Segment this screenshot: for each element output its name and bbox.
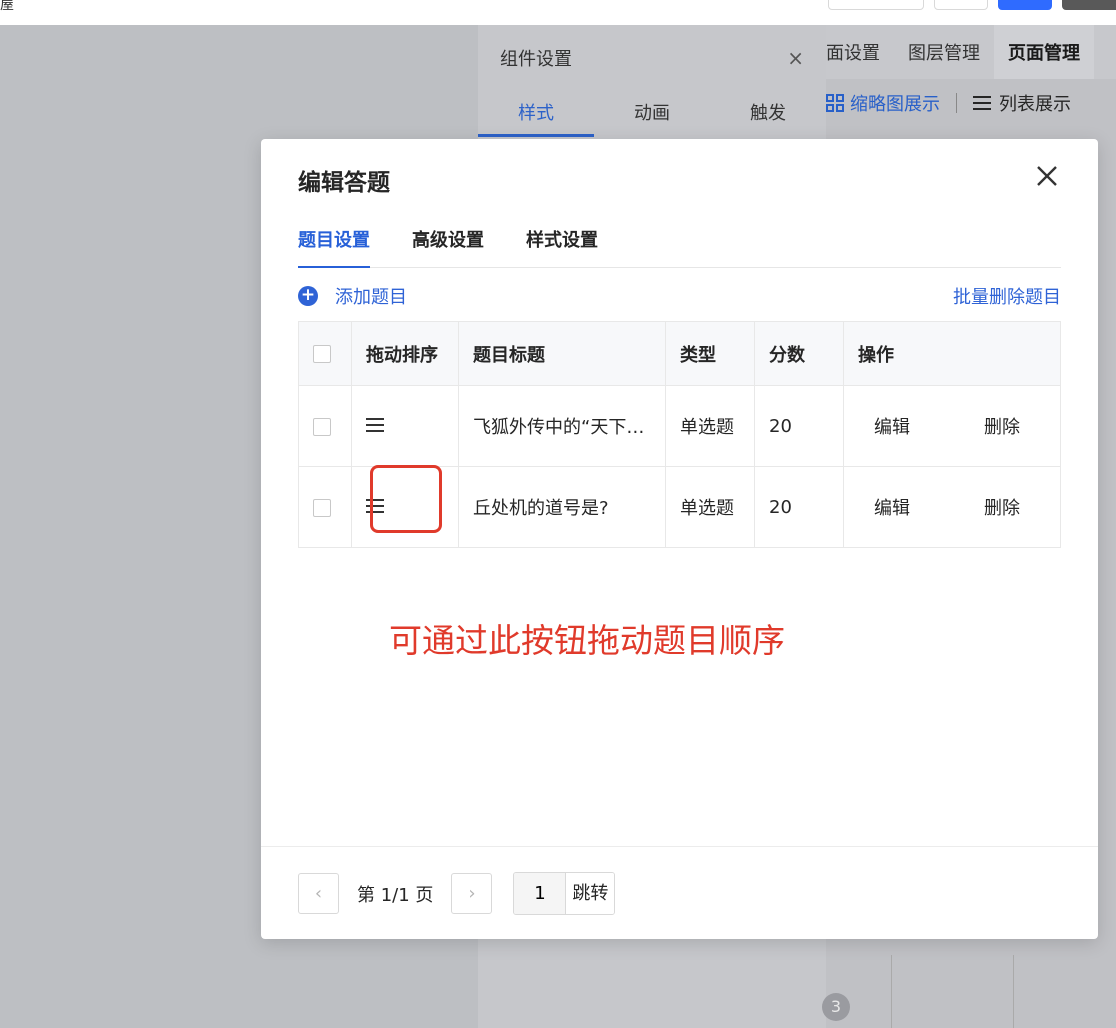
page-jump-button[interactable]: 跳转 (566, 873, 615, 914)
row-select-cell (298, 385, 352, 467)
modal-title: 编辑答题 (298, 170, 390, 196)
view-switch-divider (956, 93, 957, 113)
page-jump-input[interactable] (514, 873, 567, 914)
list-view-toggle[interactable]: 列表展示 (973, 90, 1071, 116)
table-row: 丘处机的道号是? 单选题 20 编辑 删除 (298, 466, 1061, 548)
tab-question-settings[interactable]: 题目设置 (298, 227, 370, 268)
edit-quiz-modal: 编辑答题 题目设置 高级设置 样式设置 + 添加题目 批量删除题目 拖动排序 题… (261, 139, 1098, 939)
question-type: 单选题 (665, 385, 755, 467)
header-actions: 操作 (858, 344, 894, 366)
page-jump-group: 跳转 (513, 872, 616, 915)
thumbnail-view-toggle[interactable]: 缩略图展示 (826, 90, 940, 116)
page-info: 第 1/1 页 (357, 884, 434, 906)
list-view-label: 列表展示 (999, 94, 1071, 115)
drag-cell (351, 385, 459, 467)
tab-layer-management[interactable]: 图层管理 (894, 39, 994, 65)
question-title: 丘处机的道号是? (458, 466, 666, 548)
edit-button[interactable]: 编辑 (874, 413, 910, 439)
annotation-text: 可通过此按钮拖动题目顺序 (389, 621, 785, 660)
grid-icon (826, 94, 844, 112)
view-switch: 缩略图展示 列表展示 (826, 83, 1116, 123)
delete-button[interactable]: 删除 (984, 494, 1020, 520)
question-title: 飞狐外传中的“天下… (458, 385, 666, 467)
question-type: 单选题 (665, 466, 755, 548)
corner-text: 屋 (0, 0, 14, 13)
toolbar-dark-button[interactable] (1062, 0, 1116, 10)
header-score: 分数 (754, 321, 844, 386)
component-settings-header: 组件设置 × (478, 25, 826, 91)
toolbar-button-2[interactable] (934, 0, 988, 10)
table-row: 飞狐外传中的“天下… 单选题 20 编辑 删除 (298, 385, 1061, 467)
column-divider (1013, 955, 1014, 1028)
column-divider (891, 955, 892, 1028)
actions-cell: 编辑 删除 (844, 467, 1061, 548)
plus-circle-icon: + (298, 286, 318, 306)
thumbnail-view-label: 缩略图展示 (850, 94, 940, 115)
close-icon[interactable] (1034, 163, 1060, 189)
drag-cell (351, 466, 459, 548)
next-page-button[interactable]: › (451, 873, 493, 914)
modal-tabs: 题目设置 高级设置 样式设置 (298, 227, 1061, 268)
batch-delete-button[interactable]: 批量删除题目 (953, 283, 1061, 309)
select-all-checkbox[interactable] (313, 345, 331, 363)
delete-button[interactable]: 删除 (984, 413, 1020, 439)
header-type: 类型 (665, 321, 755, 386)
drag-handle-icon[interactable] (366, 417, 384, 432)
add-question-label: 添加题目 (335, 287, 407, 308)
tab-page-management[interactable]: 页面管理 (994, 25, 1094, 79)
top-toolbar: 屋 (0, 0, 1116, 25)
page-number-badge[interactable]: 3 (822, 993, 850, 1021)
question-score: 20 (754, 385, 844, 467)
header-drag-sort: 拖动排序 (351, 321, 459, 386)
component-settings-tabs: 样式 动画 触发 (478, 91, 826, 137)
question-table: 拖动排序 题目标题 类型 分数 操作 飞狐外传中的“天下… 单选题 20 编辑删… (298, 321, 1061, 548)
header-question-title: 题目标题 (458, 321, 666, 386)
close-icon[interactable]: × (787, 46, 804, 70)
row-checkbox[interactable] (313, 417, 331, 436)
select-all-cell (298, 321, 352, 386)
tab-style[interactable]: 样式 (478, 91, 594, 137)
actions-cell: 编辑 删除 (844, 386, 1061, 467)
row-select-cell (298, 466, 352, 548)
edit-button[interactable]: 编辑 (874, 494, 910, 520)
table-header-row: 拖动排序 题目标题 类型 分数 操作 (298, 321, 1061, 386)
tab-advanced-settings[interactable]: 高级设置 (412, 227, 484, 266)
toolbar-primary-button[interactable] (998, 0, 1052, 10)
tab-style-settings[interactable]: 样式设置 (526, 227, 598, 266)
list-icon (973, 96, 991, 110)
add-question-button[interactable]: + 添加题目 (298, 283, 407, 309)
question-score: 20 (754, 466, 844, 548)
drag-handle-icon[interactable] (366, 498, 384, 513)
tab-animation[interactable]: 动画 (594, 91, 710, 137)
row-checkbox[interactable] (313, 498, 331, 517)
tab-page-settings[interactable]: 面设置 (826, 39, 894, 65)
right-panel-tabs: 面设置 图层管理 页面管理 (826, 25, 1116, 79)
component-settings-title: 组件设置 (500, 49, 572, 70)
prev-page-button[interactable]: ‹ (298, 873, 339, 914)
pagination: ‹ 第 1/1 页 › 跳转 (298, 872, 616, 915)
tab-trigger[interactable]: 触发 (710, 91, 826, 137)
toolbar-button-1[interactable] (828, 0, 924, 10)
modal-footer-divider (261, 846, 1098, 847)
